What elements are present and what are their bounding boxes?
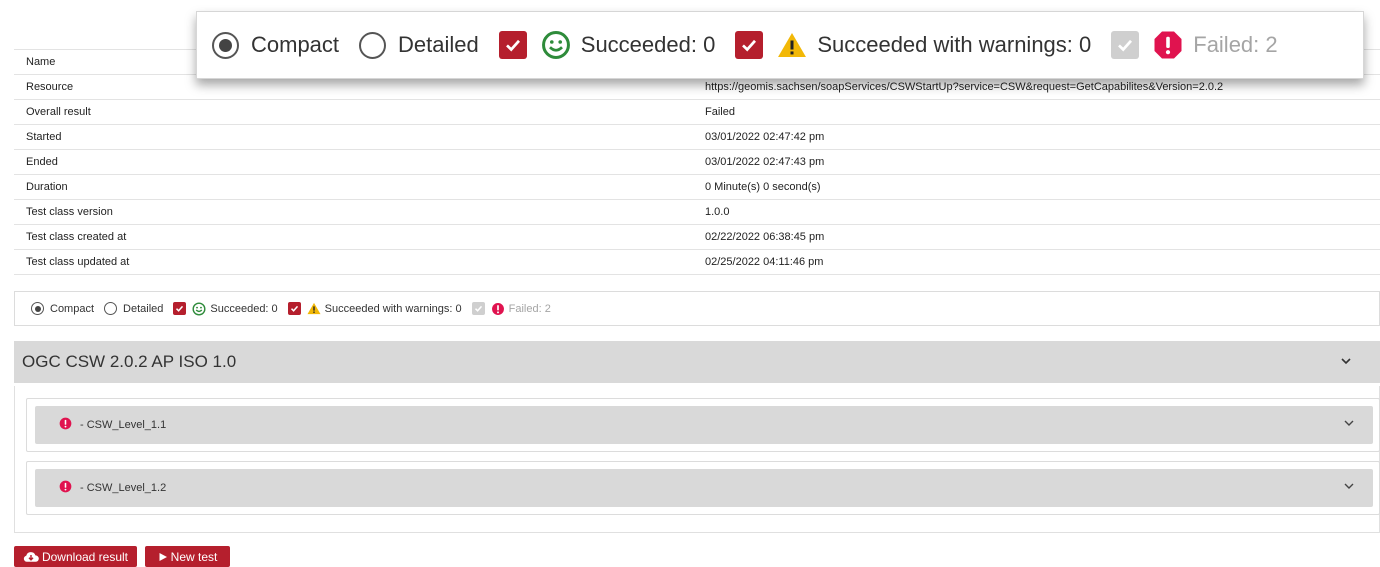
details-row-overall-result: Overall result Failed [14,100,1380,125]
detail-label: Test class version [26,206,113,218]
test-suite-title: OGC CSW 2.0.2 AP ISO 1.0 [22,352,237,371]
error-icon [59,480,72,496]
detail-label: Resource [26,81,74,93]
detail-value: 03/01/2022 02:47:43 pm [705,156,825,168]
detail-value: https://geomis.sachsen/soapServices/CSWS… [705,81,1224,93]
detail-value: 0 Minute(s) 0 second(s) [705,181,821,193]
succeeded-label: Succeeded: 0 [210,302,278,315]
failed-checkbox[interactable] [471,302,485,315]
chevron-down-icon[interactable] [1343,481,1355,493]
test-case-panel: - CSW_Level_1.2 [26,461,1380,515]
details-row-class-version: Test class version 1.0.0 [14,200,1380,225]
test-details-table: Name Resource https://geomis.sachsen/soap… [14,49,1380,275]
warning-icon [307,302,321,315]
download-result-label: Download result [41,549,129,564]
detail-label: Duration [26,181,68,193]
test-case-panel: - CSW_Level_1.1 [26,398,1380,452]
detail-label: Ended [26,156,58,168]
details-row-class-updated: Test class updated at 02/25/2022 04:11:46… [14,250,1380,275]
failed-label: Failed: 2 [508,302,551,315]
test-case-header[interactable]: - CSW_Level_1.2 [35,469,1373,507]
play-icon [159,552,167,561]
detail-label: Test class updated at [26,256,130,268]
detail-value: Failed [705,106,735,118]
download-result-button[interactable]: Download result [14,546,137,567]
detailed-radio[interactable] [104,302,118,315]
detail-value: 02/22/2022 06:38:45 pm [705,231,825,243]
detail-label: Overall result [26,106,91,118]
error-icon [1153,30,1183,60]
smiley-icon [541,30,571,60]
failed-label: Failed: 2 [1193,32,1278,57]
warnings-label: Succeeded with warnings: 0 [817,32,1092,57]
filter-bar: Compact Detailed Succeeded: 0 Succeeded … [14,291,1380,326]
chevron-down-icon[interactable] [1340,352,1352,370]
chevron-down-icon[interactable] [1343,418,1355,430]
succeeded-checkbox[interactable] [173,302,187,315]
error-icon [59,417,72,433]
test-case-label: - CSW_Level_1.1 [80,419,167,431]
details-row-ended: Ended 03/01/2022 02:47:43 pm [14,150,1380,175]
detail-value: 1.0.0 [705,206,730,218]
checkmark-icon [474,305,482,312]
test-suite-header[interactable]: OGC CSW 2.0.2 AP ISO 1.0 [14,341,1380,383]
radio-selected-dot [219,38,232,52]
compact-label: Compact [50,302,95,315]
new-test-button[interactable]: New test [145,546,230,567]
checkmark-icon [742,39,757,52]
warnings-checkbox[interactable] [287,302,301,315]
test-case-header[interactable]: - CSW_Level_1.1 [35,406,1373,444]
detail-value: 02/25/2022 04:11:46 pm [705,256,824,268]
compact-radio[interactable] [31,302,44,315]
radio-selected-dot [34,305,41,312]
filter-bar-zoom-callout: Compact Detailed Succeeded: 0 Succeeded … [196,11,1364,79]
test-case-label: - CSW_Level_1.2 [80,482,167,494]
compact-label: Compact [251,32,340,57]
failed-checkbox[interactable] [1111,31,1140,59]
detailed-label: Detailed [398,32,479,57]
details-row-duration: Duration 0 Minute(s) 0 second(s) [14,175,1380,200]
checkmark-icon [176,305,184,312]
error-icon [491,302,505,316]
details-row-class-created: Test class created at 02/22/2022 06:38:45… [14,225,1380,250]
warnings-checkbox[interactable] [735,31,764,59]
detailed-radio[interactable] [359,31,387,59]
checkmark-icon [505,39,520,52]
succeeded-label: Succeeded: 0 [580,32,716,57]
detail-label: Test class created at [26,231,127,243]
cloud-download-icon [23,551,39,562]
checkmark-icon [1118,39,1133,52]
checkmark-icon [290,305,298,312]
warnings-label: Succeeded with warnings: 0 [324,302,462,315]
succeeded-checkbox[interactable] [498,31,527,59]
warning-icon [777,31,807,59]
smiley-icon [192,301,206,316]
compact-radio[interactable] [212,31,239,59]
detailed-label: Detailed [123,302,164,315]
detail-value: 03/01/2022 02:47:42 pm [705,131,825,143]
details-row-started: Started 03/01/2022 02:47:42 pm [14,125,1380,150]
detail-label: Started [26,131,62,143]
new-test-label: New test [170,549,218,564]
